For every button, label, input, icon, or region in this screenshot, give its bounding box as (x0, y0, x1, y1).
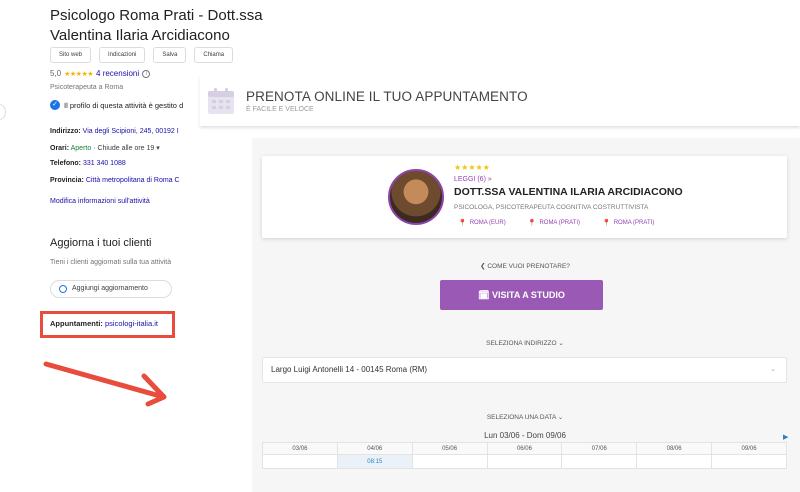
time-slot-cell (636, 454, 713, 469)
time-slot-cell (711, 454, 787, 469)
doctor-specialty: PSICOLOGA, PSICOTERAPEUTA COGNITIVA COST… (454, 204, 649, 211)
call-button[interactable]: Chiama (194, 47, 234, 63)
location-item[interactable]: 📍 ROMA (EUR) (458, 219, 506, 227)
select-address-label: SELEZIONA INDIRIZZO ⌄ (486, 340, 564, 347)
booking-header: PRENOTA ONLINE IL TUO APPUNTAMENTO È FAC… (200, 76, 800, 126)
day-header: 07/06 (561, 442, 638, 455)
chevron-down-icon: ⌄ (770, 366, 776, 373)
time-slot-cell (486, 454, 563, 469)
location-item[interactable]: 📍 ROMA (PRATI) (528, 219, 580, 227)
time-slot-cell (561, 454, 638, 469)
read-reviews-link[interactable]: LEGGI (6) » (454, 176, 492, 183)
day-header: 03/06 (262, 442, 338, 455)
verified-check-icon: ✓ (50, 100, 60, 110)
appointments-label: Appuntamenti: (50, 319, 103, 328)
address-select-value: Largo Luigi Antonelli 14 - 00145 Roma (R… (271, 365, 428, 374)
table-header-row: 03/06 04/06 05/06 06/06 07/06 08/06 09/0… (262, 442, 787, 455)
location-label: ROMA (PRATI) (539, 220, 580, 226)
day-header: 04/06 (336, 442, 413, 455)
update-customers-title: Aggiorna i tuoi clienti (50, 237, 152, 249)
rating-row: 5,0 ★★★★★ 4 recensioni i (50, 69, 151, 78)
phone-row: Telefono: 331 340 1088 (50, 160, 126, 167)
day-header: 09/06 (711, 442, 787, 455)
claimed-profile-row: ✓ Il profilo di questa attività è gestit… (50, 100, 183, 110)
doctor-card: ★★★★★ LEGGI (6) » DOTT.SSA VALENTINA ILA… (262, 156, 787, 238)
appointments-highlight: Appuntamenti: psicologi-italia.it (40, 311, 175, 338)
hours-value[interactable]: · Chiude alle ore 19 ▾ (93, 145, 160, 152)
website-button[interactable]: Sito web (50, 47, 92, 63)
claimed-profile-text: Il profilo di questa attività è gestito … (64, 100, 184, 110)
location-label: ROMA (PRATI) (613, 220, 655, 226)
info-icon[interactable]: i (142, 69, 151, 78)
time-slot-cell (411, 454, 488, 469)
availability-table: 03/06 04/06 05/06 06/06 07/06 08/06 09/0… (262, 442, 787, 469)
doctor-rating-stars-icon: ★★★★★ (454, 163, 490, 172)
address-label: Indirizzo: (50, 128, 81, 135)
next-week-icon[interactable]: ▶ (783, 433, 788, 441)
hours-row: Orari: Aperto · Chiude alle ore 19 ▾ (50, 144, 160, 152)
map-pin-icon: 📍 (458, 220, 467, 227)
phone-value[interactable]: 331 340 1088 (83, 160, 126, 167)
update-icon (59, 285, 67, 293)
province-value[interactable]: Città metropolitana di Roma C (86, 177, 180, 184)
rating-value: 5,0 (50, 69, 62, 78)
select-date-label: SELEZIONA UNA DATA ⌄ (486, 414, 564, 421)
map-pin-icon: 📍 (527, 220, 537, 227)
booking-header-title: PRENOTA ONLINE IL TUO APPUNTAMENTO (246, 89, 528, 104)
address-select[interactable]: Largo Luigi Antonelli 14 - 00145 Roma (R… (262, 357, 787, 383)
address-row: Indirizzo: Via degli Scipioni, 245, 0019… (50, 128, 179, 135)
location-label: ROMA (EUR) (469, 220, 506, 226)
day-header: 08/06 (636, 442, 713, 455)
day-header: 06/06 (486, 442, 563, 455)
province-label: Provincia: (50, 177, 84, 184)
add-update-label: Aggiungi aggiornamento (72, 285, 148, 292)
day-header: 05/06 (411, 442, 488, 455)
time-slot-button[interactable]: 08:15 (336, 454, 413, 469)
booking-header-subtitle: È FACILE E VELOCE (246, 106, 314, 113)
doctor-name: DOTT.SSA VALENTINA ILARIA ARCIDIACONO (454, 186, 683, 198)
how-to-book-label[interactable]: ❮ COME VUOI PRENOTARE? (440, 262, 610, 270)
panel-edge-button[interactable] (0, 103, 6, 121)
rating-stars-icon: ★★★★★ (64, 70, 94, 78)
booking-widget: PRENOTA ONLINE IL TUO APPUNTAMENTO È FAC… (200, 76, 800, 492)
directions-button[interactable]: Indicazioni (99, 47, 146, 63)
red-arrow-icon (43, 361, 167, 407)
time-slot-cell (262, 454, 338, 469)
calendar-icon (208, 88, 234, 114)
location-list: 📍 ROMA (EUR) 📍 ROMA (PRATI) 📍 ROMA (PRATI) (458, 219, 654, 227)
save-button[interactable]: Salva (153, 47, 187, 63)
map-pin-icon: 📍 (602, 220, 611, 227)
table-row: 08:15 (262, 454, 787, 469)
location-item[interactable]: 📍 ROMA (PRATI) (602, 219, 654, 227)
action-buttons: Sito web Indicazioni Salva Chiama (50, 47, 234, 63)
business-title: Psicologo Roma Prati - Dott.ssa Valentin… (50, 7, 263, 44)
appointments-link[interactable]: psicologi-italia.it (105, 319, 158, 328)
province-row: Provincia: Città metropolitana di Roma C (50, 177, 180, 184)
doctor-avatar (388, 169, 444, 225)
office-visit-button[interactable]: 🗓 VISITA A STUDIO (440, 280, 603, 310)
edit-info-link[interactable]: Modifica informazioni sull'attività (50, 198, 150, 205)
business-category: Psicoterapeuta a Roma (50, 84, 124, 91)
phone-label: Telefono: (50, 160, 81, 167)
week-range: Lun 03/06 - Dom 09/06 (484, 431, 566, 440)
hours-label: Orari: (50, 145, 70, 152)
address-value[interactable]: Via degli Scipioni, 245, 00192 I (83, 128, 179, 135)
reviews-link[interactable]: 4 recensioni (96, 69, 139, 78)
hours-open-status: Aperto (70, 145, 92, 152)
add-update-button[interactable]: Aggiungi aggiornamento (50, 280, 172, 298)
update-customers-subtitle: Tieni i clienti aggiornati sulla tua att… (50, 259, 172, 266)
